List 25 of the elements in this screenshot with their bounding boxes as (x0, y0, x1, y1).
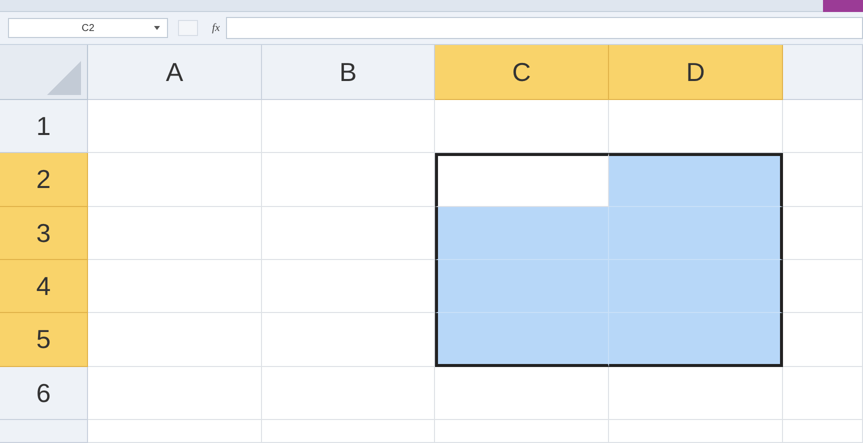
select-all-corner[interactable] (0, 45, 88, 100)
column-header[interactable] (783, 45, 863, 100)
grid-cell[interactable] (609, 207, 783, 260)
fx-label[interactable]: fx (212, 20, 220, 36)
grid-cell[interactable] (435, 153, 609, 207)
function-button[interactable] (178, 20, 198, 36)
dropdown-icon[interactable] (154, 26, 160, 30)
row-header[interactable]: 4 (0, 260, 88, 313)
row-header[interactable]: 6 (0, 367, 88, 420)
row-header[interactable]: 3 (0, 207, 88, 260)
grid-cell[interactable] (609, 313, 783, 367)
grid-cell[interactable] (609, 153, 783, 207)
corner-triangle-icon (47, 61, 81, 95)
ribbon-tab[interactable] (823, 0, 863, 12)
row-header[interactable]: 5 (0, 313, 88, 367)
column-header[interactable]: D (609, 45, 783, 100)
row-header[interactable]: 2 (0, 153, 88, 207)
name-box[interactable]: C2 (8, 18, 168, 38)
row-header[interactable] (0, 420, 88, 443)
column-header[interactable]: A (88, 45, 262, 100)
formula-input[interactable] (226, 17, 863, 39)
grid-cell[interactable] (609, 260, 783, 313)
row-header[interactable]: 1 (0, 100, 88, 153)
column-header[interactable]: B (262, 45, 435, 100)
column-header[interactable]: C (435, 45, 609, 100)
